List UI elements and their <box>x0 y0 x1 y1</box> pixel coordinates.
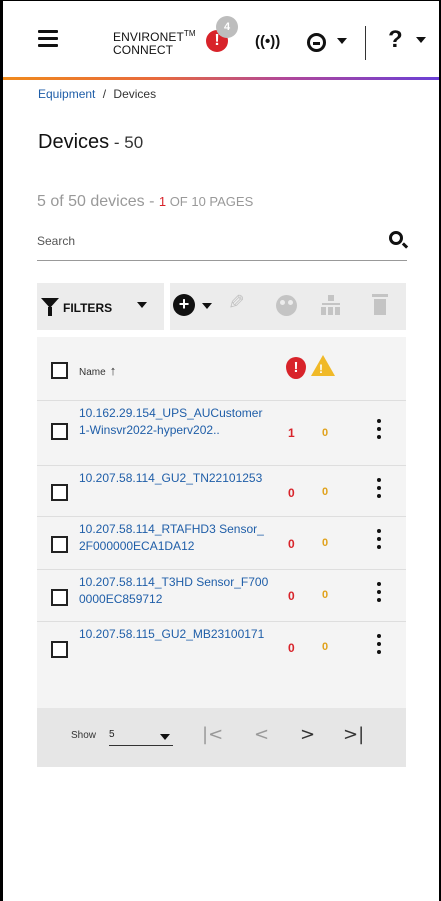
last-page-icon[interactable]: >| <box>343 724 364 745</box>
delete-trash-icon[interactable] <box>372 294 388 316</box>
hamburger-menu-icon[interactable] <box>38 30 58 47</box>
warning-column-icon <box>311 355 335 376</box>
row-alert-count: 1 <box>288 426 295 440</box>
breadcrumb: Equipment / Devices <box>38 87 156 101</box>
row-checkbox[interactable] <box>51 484 68 501</box>
first-page-icon[interactable]: |< <box>202 724 223 745</box>
search-bar <box>37 225 407 261</box>
search-input[interactable] <box>37 234 367 248</box>
discover-nodes-icon[interactable] <box>276 295 297 316</box>
devices-table: Name ↑ ! ! 10.162.29.154_UPS_AUCustomer1-… <box>37 337 406 767</box>
show-label: Show <box>71 730 97 741</box>
search-icon[interactable] <box>389 231 403 245</box>
antenna-icon[interactable]: ((•)) <box>255 33 280 50</box>
row-checkbox[interactable] <box>51 536 68 553</box>
page-title: Devices - 50 <box>38 131 144 153</box>
row-warning-count: 0 <box>322 486 329 498</box>
table-row: 10.162.29.154_UPS_AUCustomer1-Winsvr2022… <box>37 400 406 456</box>
next-page-icon[interactable]: > <box>300 724 315 745</box>
breadcrumb-equipment-link[interactable]: Equipment <box>38 87 95 101</box>
filters-button[interactable]: FILTERS <box>37 283 164 330</box>
table-row: 10.207.58.114_GU2_TN22101253 0 0 <box>37 465 406 516</box>
device-name-link[interactable]: 10.162.29.154_UPS_AUCustomer1-Winsvr2022… <box>79 405 269 439</box>
table-row: 10.207.58.115_GU2_MB23100171 0 0 <box>37 621 406 673</box>
row-kebab-menu-icon[interactable] <box>374 582 384 606</box>
row-alert-count: 0 <box>288 537 295 551</box>
add-menu-caret-icon[interactable] <box>202 303 212 309</box>
row-kebab-menu-icon[interactable] <box>374 478 384 502</box>
actions-toolbar: + ✎ <box>170 283 406 330</box>
header-divider <box>365 26 366 60</box>
help-menu-caret-icon[interactable] <box>416 37 426 43</box>
device-name-link[interactable]: 10.207.58.114_T3HD Sensor_F7000000EC8597… <box>79 574 269 608</box>
device-name-link[interactable]: 10.207.58.114_RTAFHD3 Sensor_2F000000ECA… <box>79 521 269 555</box>
filters-caret-icon <box>137 302 147 308</box>
table-row: 10.207.58.114_T3HD Sensor_F7000000EC8597… <box>37 569 406 621</box>
sort-ascending-icon: ↑ <box>109 363 117 378</box>
row-warning-count: 0 <box>322 537 329 549</box>
row-kebab-menu-icon[interactable] <box>374 419 384 443</box>
page-size-select[interactable]: 5 <box>109 726 173 746</box>
row-alert-count: 0 <box>288 641 295 655</box>
user-account-icon[interactable] <box>307 33 326 52</box>
critical-alert-column-icon: ! <box>286 357 306 379</box>
row-checkbox[interactable] <box>51 589 68 606</box>
edit-pencil-icon[interactable]: ✎ <box>228 290 245 315</box>
row-warning-count: 0 <box>322 641 329 653</box>
help-icon[interactable]: ? <box>388 26 403 54</box>
row-warning-count: 0 <box>322 589 329 601</box>
alerts-button[interactable]: ! 4 <box>206 16 238 52</box>
row-alert-count: 0 <box>288 589 295 603</box>
header-accent-line <box>3 77 439 80</box>
row-alert-count: 0 <box>288 486 295 500</box>
select-all-checkbox[interactable] <box>51 362 68 379</box>
name-column-header[interactable]: Name ↑ <box>79 363 116 378</box>
user-menu-caret-icon[interactable] <box>337 38 347 44</box>
filter-funnel-icon <box>41 298 59 316</box>
breadcrumb-separator: / <box>102 87 107 101</box>
previous-page-icon[interactable]: < <box>254 724 269 745</box>
current-page-number: 1 <box>158 194 167 209</box>
hierarchy-icon[interactable] <box>321 295 341 315</box>
breadcrumb-current: Devices <box>113 87 157 101</box>
table-header: Name ↑ ! ! <box>37 337 406 400</box>
brand-logo: ENVIRONETTM CONNECT <box>113 29 196 57</box>
row-kebab-menu-icon[interactable] <box>374 529 384 553</box>
device-count: 50 <box>124 133 144 152</box>
table-row: 10.207.58.114_RTAFHD3 Sensor_2F000000ECA… <box>37 516 406 569</box>
pagination-bar: Show 5 |< < > >| <box>37 708 406 767</box>
results-summary: 5 of 50 devices - 1 OF 10 PAGES <box>37 193 254 210</box>
device-name-link[interactable]: 10.207.58.115_GU2_MB23100171 <box>79 626 269 643</box>
device-name-link[interactable]: 10.207.58.114_GU2_TN22101253 <box>79 470 269 487</box>
row-checkbox[interactable] <box>51 423 68 440</box>
add-device-icon[interactable]: + <box>173 294 195 316</box>
row-checkbox[interactable] <box>51 641 68 658</box>
row-warning-count: 0 <box>322 427 329 439</box>
chevron-down-icon <box>160 734 170 740</box>
alert-count-badge: 4 <box>216 16 238 38</box>
row-kebab-menu-icon[interactable] <box>374 634 384 658</box>
